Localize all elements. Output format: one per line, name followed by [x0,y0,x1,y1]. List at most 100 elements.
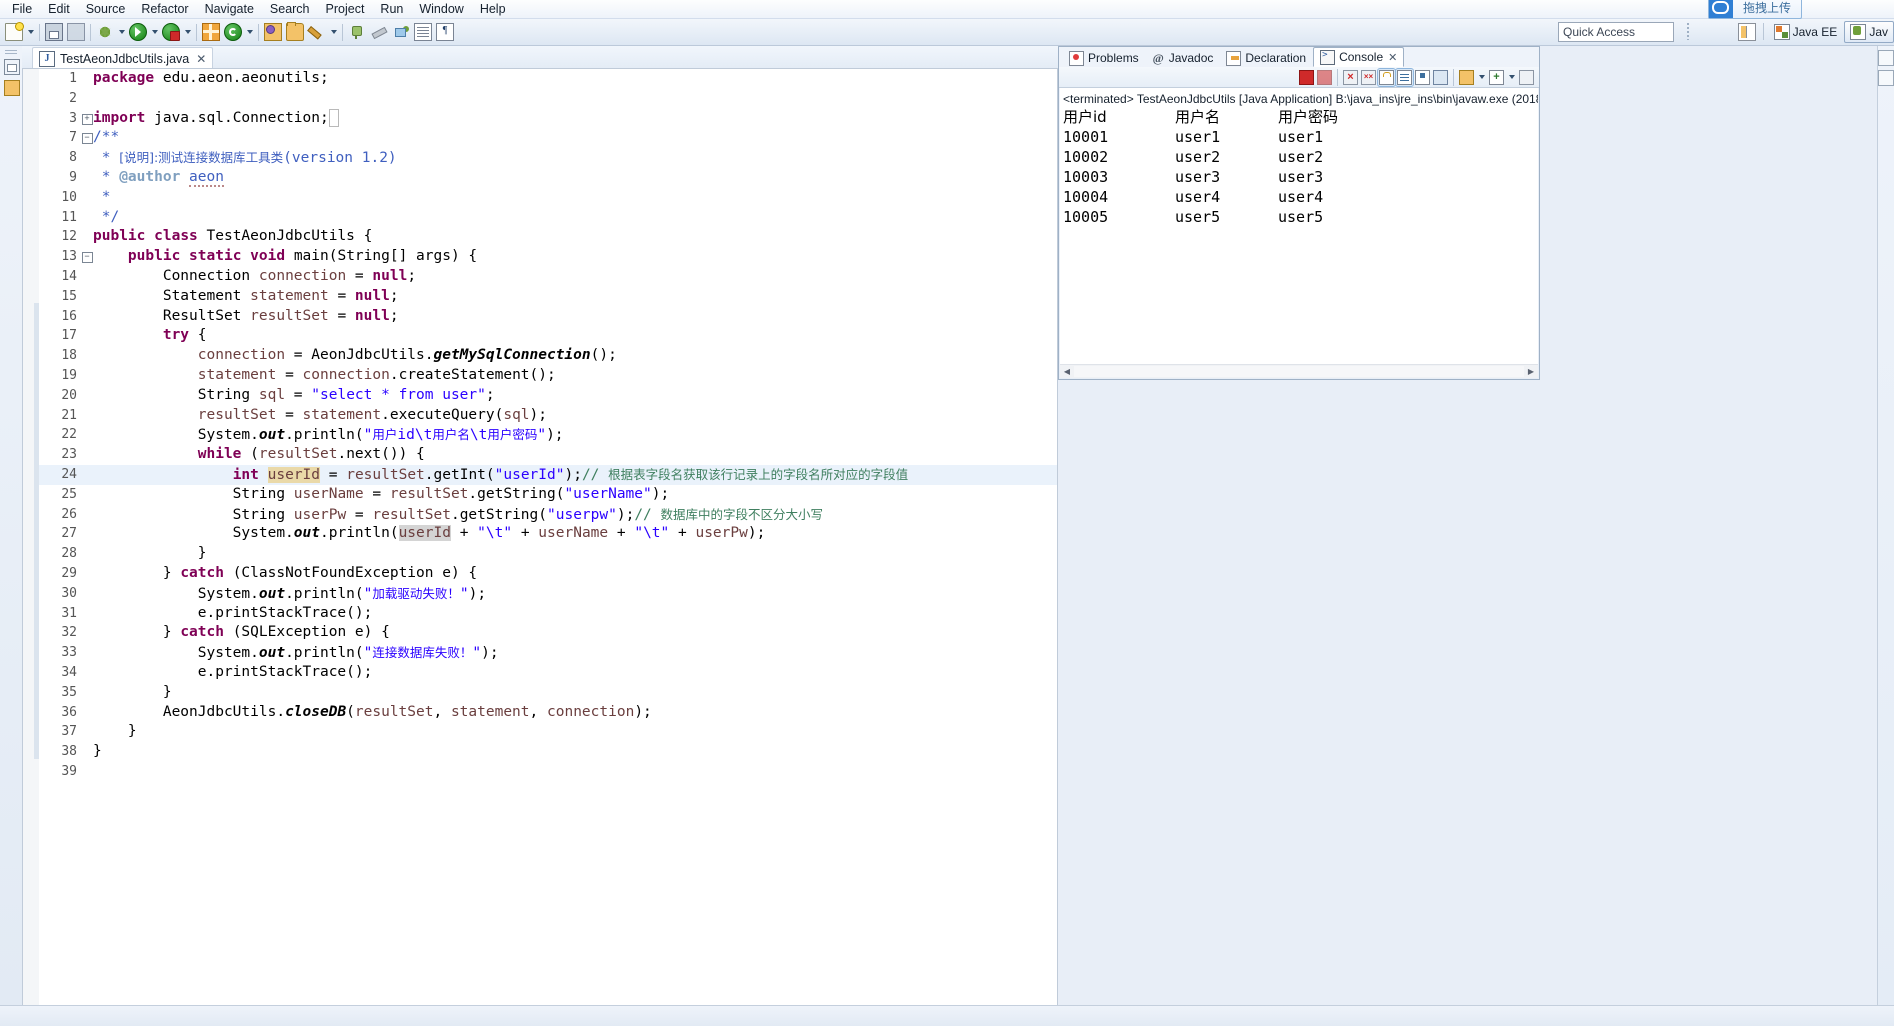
refresh-dropdown-icon[interactable] [244,21,255,43]
code-line[interactable]: } [93,683,1057,703]
code-line[interactable]: e.printStackTrace(); [93,663,1057,683]
brush-dropdown-icon[interactable] [328,21,339,43]
code-line[interactable]: } catch (SQLException e) { [93,623,1057,643]
code-line[interactable]: public static void main(String[] args) { [93,247,1057,267]
code-line[interactable]: import java.sql.Connection; [93,108,1057,129]
perspective-java[interactable]: Jav [1844,20,1894,43]
minimize-icon[interactable] [1518,69,1535,86]
code-line[interactable]: /** [93,128,1057,148]
open-folder-icon[interactable] [284,21,306,43]
code-line[interactable]: } [93,742,1057,762]
view-menu-icon[interactable] [1506,66,1517,88]
editor-folding-column[interactable]: + − − [81,69,93,1011]
fold-toggle-icon[interactable]: + [81,109,93,129]
menu-item-refactor[interactable]: Refactor [133,1,196,17]
close-icon[interactable]: ✕ [196,52,206,66]
code-line[interactable]: } [93,544,1057,564]
code-line[interactable]: System.out.println("加载驱动失败！"); [93,584,1057,604]
fold-toggle-icon[interactable]: − [81,128,93,148]
code-line[interactable]: System.out.println("连接数据库失败！"); [93,643,1057,663]
wrench-icon[interactable] [368,21,390,43]
restore-view-button[interactable] [2,59,20,77]
editor-body[interactable]: 1 2 3 7 8 9 10 11 12 13 14 15 16 17 18 19 20 21 22 23 24 25 26… [22,68,1058,1026]
run-external-dropdown-icon[interactable] [182,21,193,43]
console-output[interactable]: <terminated> TestAeonJdbcUtils [Java App… [1060,88,1538,364]
display-console-icon[interactable] [1432,69,1449,86]
scroll-lock-icon[interactable] [1377,67,1396,87]
code-line[interactable]: String userName = resultSet.getString("u… [93,485,1057,505]
console-hscroll-track[interactable] [1074,366,1524,377]
open-type-icon[interactable] [262,21,284,43]
scroll-left-icon[interactable]: ◀ [1060,365,1074,378]
code-line[interactable]: Statement statement = null; [93,287,1057,307]
tab-console[interactable]: Console ✕ [1313,47,1405,67]
refresh-icon[interactable] [222,21,244,43]
console-horizontal-scrollbar[interactable]: ◀ ▶ [1060,364,1538,378]
debug-icon[interactable] [94,21,116,43]
code-line[interactable]: AeonJdbcUtils.closeDB(resultSet, stateme… [93,703,1057,723]
tab-declaration[interactable]: Declaration [1220,49,1312,67]
pin-icon[interactable] [346,21,368,43]
code-line[interactable]: String userPw = resultSet.getString("use… [93,505,1057,525]
code-line[interactable]: } catch (ClassNotFoundException e) { [93,564,1057,584]
terminate-icon[interactable] [1298,69,1315,86]
paragraph-icon[interactable]: ¶ [434,21,456,43]
menu-item-search[interactable]: Search [262,1,318,17]
quick-access-input[interactable]: Quick Access [1558,22,1674,42]
code-line[interactable] [93,762,1057,782]
code-line[interactable]: resultSet = statement.executeQuery(sql); [93,406,1057,426]
drag-upload-widget[interactable]: 拖拽上传 [1707,0,1802,19]
word-wrap-icon[interactable] [1395,67,1414,87]
remove-all-icon[interactable] [1360,69,1377,86]
run-icon[interactable] [127,21,149,43]
menu-item-project[interactable]: Project [318,1,373,17]
code-line[interactable]: * @author aeon [93,168,1057,188]
tab-javadoc[interactable]: @ Javadoc [1146,49,1220,67]
save-all-icon[interactable] [65,21,87,43]
fold-toggle-icon[interactable]: − [81,247,93,267]
code-line[interactable]: System.out.println("用户id\t用户名\t用户密码"); [93,425,1057,445]
menu-item-help[interactable]: Help [472,1,514,17]
scroll-right-icon[interactable]: ▶ [1524,365,1538,378]
code-line[interactable]: package edu.aeon.aeonutils; [93,69,1057,89]
editor-code-area[interactable]: package edu.aeon.aeonutils; import java.… [93,69,1057,1011]
code-line[interactable]: int userId = resultSet.getInt("userId");… [93,464,1057,485]
editor-tab-testaeonjdbcutils[interactable]: TestAeonJdbcUtils.java ✕ [32,47,214,69]
code-line[interactable]: Connection connection = null; [93,267,1057,287]
code-line[interactable]: String sql = "select * from user"; [93,386,1057,406]
code-line[interactable]: while (resultSet.next()) { [93,445,1057,465]
document-icon[interactable] [412,21,434,43]
tab-problems[interactable]: Problems [1063,49,1145,67]
menu-item-window[interactable]: Window [411,1,471,17]
task-list-button[interactable] [1878,70,1894,86]
open-console-icon[interactable] [1458,69,1475,86]
remove-launch-icon[interactable] [1342,69,1359,86]
terminate-all-icon[interactable] [1316,69,1333,86]
menu-item-run[interactable]: Run [372,1,411,17]
code-line[interactable]: */ [93,208,1057,228]
run-dropdown-icon[interactable] [149,21,160,43]
run-external-icon[interactable] [160,21,182,43]
menu-item-file[interactable]: File [4,1,40,17]
new-file-icon[interactable] [3,21,25,43]
code-line[interactable] [93,89,1057,109]
close-icon[interactable]: ✕ [1388,51,1397,64]
menu-item-source[interactable]: Source [78,1,134,17]
rail-grip[interactable] [5,50,17,56]
pin-console-icon[interactable] [1414,69,1431,86]
outline-view-button[interactable] [1878,50,1894,66]
save-icon[interactable] [43,21,65,43]
open-console-dropdown-icon[interactable] [1476,66,1487,88]
menu-item-navigate[interactable]: Navigate [197,1,262,17]
marker-icon[interactable] [390,21,412,43]
package-explorer-button[interactable] [2,80,20,98]
menu-item-edit[interactable]: Edit [40,1,78,17]
new-package-icon[interactable] [200,21,222,43]
open-perspective-icon[interactable] [1736,21,1758,43]
code-line[interactable]: } [93,722,1057,742]
code-line[interactable]: System.out.println(userId + "\t" + userN… [93,524,1057,544]
code-line[interactable]: * [93,188,1057,208]
code-line[interactable]: e.printStackTrace(); [93,604,1057,624]
code-line[interactable]: statement = connection.createStatement()… [93,366,1057,386]
code-line[interactable]: ResultSet resultSet = null; [93,307,1057,327]
